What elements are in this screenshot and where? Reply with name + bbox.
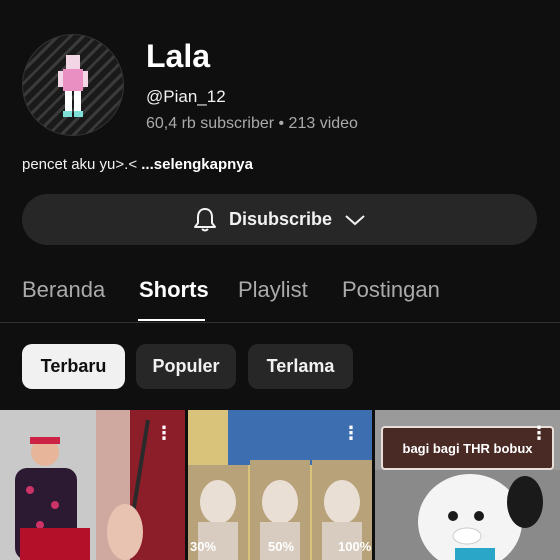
tab-beranda[interactable]: Beranda (22, 277, 105, 303)
description-text: pencet aku yu>.< (22, 156, 138, 173)
more-vertical-icon[interactable]: ⋮ (155, 424, 173, 442)
short-thumbnail[interactable]: ⋮ (0, 410, 185, 560)
short-overlay-text: bagi bagi THR bobux (381, 426, 554, 470)
subscribe-button[interactable]: Disubscribe (22, 194, 537, 245)
channel-stats: 60,4 rb subscriber • 213 video (146, 115, 358, 132)
channel-name: Lala (146, 38, 211, 74)
chevron-down-icon (345, 214, 365, 225)
tab-playlist[interactable]: Playlist (238, 277, 308, 303)
filter-chip-populer[interactable]: Populer (136, 344, 236, 389)
bell-icon (193, 207, 216, 231)
avatar-character-image (58, 55, 88, 117)
short-thumbnail[interactable]: bagi bagi THR bobux ⋮ (375, 410, 560, 560)
filter-chip-terbaru[interactable]: Terbaru (22, 344, 125, 389)
tab-postingan[interactable]: Postingan (342, 277, 440, 303)
active-tab-indicator (138, 319, 205, 321)
tab-shorts[interactable]: Shorts (139, 277, 209, 303)
channel-avatar[interactable] (22, 34, 124, 136)
subscribe-label: Disubscribe (228, 209, 333, 229)
channel-tabs: Beranda Shorts Playlist Postingan (0, 268, 560, 323)
overlay-label: 30% (190, 539, 217, 554)
short-thumbnail[interactable]: 30% 50% 100% ⋮ (188, 410, 372, 560)
overlay-label: 50% (268, 539, 295, 554)
more-vertical-icon[interactable]: ⋮ (530, 424, 548, 442)
channel-handle: @Pian_12 (146, 87, 226, 106)
filter-chip-terlama[interactable]: Terlama (248, 344, 353, 389)
more-link[interactable]: ...selengkapnya (141, 156, 253, 173)
channel-description[interactable]: pencet aku yu>.< ...selengkapnya (22, 156, 253, 173)
more-vertical-icon[interactable]: ⋮ (342, 424, 360, 442)
overlay-label: 100% (338, 539, 372, 554)
